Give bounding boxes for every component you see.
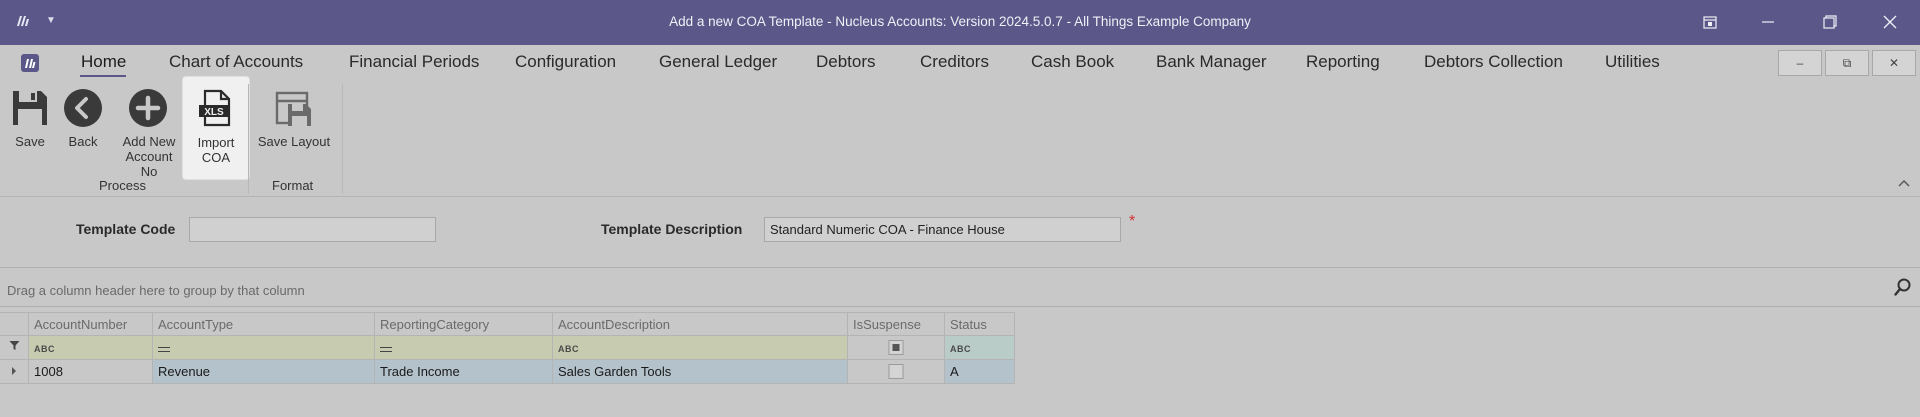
menu-utilities[interactable]: Utilities: [1605, 52, 1660, 72]
save-label: Save: [15, 134, 45, 149]
text-filter-icon: ABC: [558, 344, 579, 354]
save-layout-label: Save Layout: [257, 134, 331, 149]
back-arrow-icon: [64, 89, 102, 127]
column-header-accountdescription[interactable]: AccountDescription: [553, 312, 848, 336]
template-description-label: Template Description: [601, 221, 743, 237]
equals-filter-icon: [380, 347, 392, 352]
xls-file-icon: XLS: [199, 89, 231, 127]
coa-grid: Drag a column header here to group by th…: [0, 267, 1920, 417]
save-layout-button[interactable]: Save Layout: [254, 78, 334, 178]
maximize-icon[interactable]: [1812, 8, 1848, 36]
cell-accountnumber[interactable]: 1008: [29, 360, 153, 384]
ribbon-menu-bar: Home Chart of Accounts Financial Periods…: [0, 45, 1920, 78]
mdi-restore-button[interactable]: ⧉: [1825, 50, 1869, 76]
cell-status[interactable]: A: [945, 360, 1015, 384]
filter-accounttype[interactable]: [153, 336, 375, 360]
xls-badge-text: XLS: [204, 107, 224, 118]
group-by-panel[interactable]: Drag a column header here to group by th…: [0, 268, 1920, 307]
text-filter-icon: ABC: [950, 344, 971, 354]
save-layout-icon: [275, 91, 311, 126]
filter-accountdescription[interactable]: ABC: [553, 336, 848, 360]
row-indicator-icon[interactable]: [0, 360, 29, 384]
add-new-account-button[interactable]: Add New Account No: [110, 78, 186, 178]
collapse-ribbon-icon[interactable]: [1898, 176, 1910, 190]
filter-accountnumber[interactable]: ABC: [29, 336, 153, 360]
close-icon[interactable]: [1872, 8, 1908, 36]
cell-issuspense[interactable]: [848, 360, 945, 384]
filter-reportingcategory[interactable]: [375, 336, 553, 360]
menu-configuration[interactable]: Configuration: [515, 52, 616, 72]
indeterminate-checkbox[interactable]: [888, 340, 904, 355]
save-button[interactable]: Save: [4, 78, 56, 178]
menu-creditors[interactable]: Creditors: [920, 52, 989, 72]
window-title: Add a new COA Template - Nucleus Account…: [669, 14, 1251, 29]
save-icon: [13, 91, 47, 125]
cell-reportingcategory[interactable]: Trade Income: [375, 360, 553, 384]
menu-bank-manager[interactable]: Bank Manager: [1156, 52, 1267, 72]
group-separator: [342, 84, 343, 194]
issuspense-checkbox[interactable]: [888, 364, 904, 379]
cell-accountdescription[interactable]: Sales Garden Tools: [553, 360, 848, 384]
mdi-minimize-button[interactable]: –: [1778, 50, 1822, 76]
add-icon: [129, 89, 167, 127]
app-menu-icon[interactable]: [21, 54, 39, 72]
ribbon-panel: Save Back Add New Account No XLS Import …: [0, 76, 1920, 197]
filter-icon: [0, 336, 29, 360]
column-header-reportingcategory[interactable]: ReportingCategory: [375, 312, 553, 336]
template-code-input[interactable]: [189, 217, 436, 242]
menu-cash-book[interactable]: Cash Book: [1031, 52, 1114, 72]
menu-debtors[interactable]: Debtors: [816, 52, 876, 72]
equals-filter-icon: [158, 347, 170, 352]
menu-general-ledger[interactable]: General Ledger: [659, 52, 777, 72]
import-coa-label: Import COA: [197, 135, 235, 165]
add-new-account-label: Add New Account No: [122, 134, 176, 178]
menu-home[interactable]: Home: [81, 52, 126, 72]
column-header-accountnumber[interactable]: AccountNumber: [29, 312, 153, 336]
active-tab-indicator: [80, 75, 126, 77]
column-header-accounttype[interactable]: AccountType: [153, 312, 375, 336]
row-indicator-header: [0, 312, 29, 336]
cell-accounttype[interactable]: Revenue: [153, 360, 375, 384]
template-form: Template Code Template Description Stand…: [0, 197, 1920, 267]
column-header-issuspense[interactable]: IsSuspense: [848, 312, 945, 336]
title-bar: ▼ Add a new COA Template - Nucleus Accou…: [0, 0, 1920, 45]
group-label-process: Process: [99, 178, 146, 193]
column-header-status[interactable]: Status: [945, 312, 1015, 336]
template-code-label: Template Code: [76, 221, 176, 237]
group-by-hint: Drag a column header here to group by th…: [7, 283, 305, 298]
back-label: Back: [68, 134, 98, 149]
filter-status[interactable]: ABC: [945, 336, 1015, 360]
menu-debtors-collection[interactable]: Debtors Collection: [1424, 52, 1563, 72]
template-description-input[interactable]: Standard Numeric COA - Finance House: [764, 217, 1121, 242]
menu-chart-of-accounts[interactable]: Chart of Accounts: [169, 52, 303, 72]
import-coa-button[interactable]: XLS Import COA: [182, 76, 250, 180]
filter-issuspense[interactable]: [848, 336, 945, 360]
menu-reporting[interactable]: Reporting: [1306, 52, 1380, 72]
menu-financial-periods[interactable]: Financial Periods: [349, 52, 479, 72]
group-label-format: Format: [272, 178, 314, 193]
restore-layout-icon[interactable]: [1692, 8, 1728, 36]
group-separator: [248, 84, 249, 194]
search-icon[interactable]: [1894, 278, 1912, 299]
minimize-icon[interactable]: [1750, 8, 1786, 36]
text-filter-icon: ABC: [34, 344, 55, 354]
mdi-close-button[interactable]: ✕: [1872, 50, 1916, 76]
back-button[interactable]: Back: [60, 78, 106, 178]
required-marker: *: [1129, 213, 1136, 230]
